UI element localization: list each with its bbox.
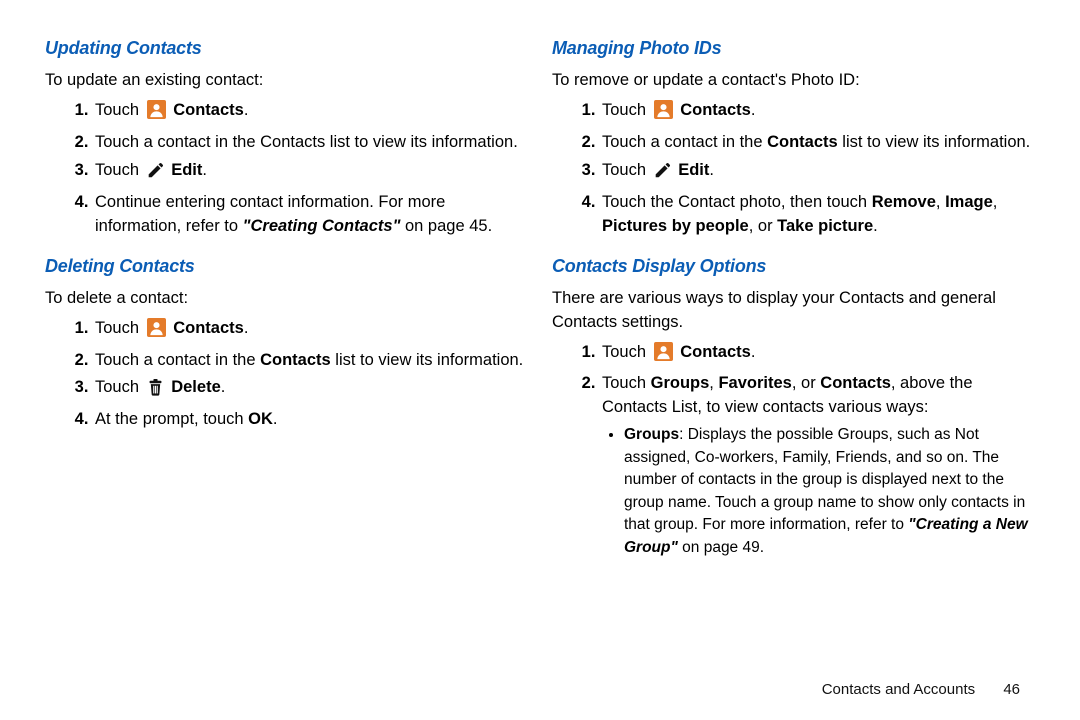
contacts-icon (654, 100, 673, 127)
intro-deleting: To delete a contact: (45, 287, 528, 311)
list-item: Touch Contacts. (600, 341, 1035, 369)
list-item: Touch Contacts. (93, 99, 528, 127)
intro-updating: To update an existing contact: (45, 69, 528, 93)
right-column: Managing Photo IDs To remove or update a… (552, 35, 1035, 573)
list-item: Continue entering contact information. F… (93, 191, 528, 239)
list-item: Touch a contact in the Contacts list to … (600, 131, 1035, 155)
heading-updating: Updating Contacts (45, 35, 528, 61)
list-item: Touch Edit. (93, 159, 528, 187)
list-deleting: Touch Contacts. Touch a contact in the C… (45, 317, 528, 433)
page-body: Updating Contacts To update an existing … (0, 0, 1080, 573)
list-item: Groups: Displays the possible Groups, su… (624, 424, 1035, 559)
heading-photo-ids: Managing Photo IDs (552, 35, 1035, 61)
contacts-icon (654, 342, 673, 369)
left-column: Updating Contacts To update an existing … (45, 35, 528, 573)
list-item: Touch a contact in the Contacts list to … (93, 131, 528, 155)
list-item: At the prompt, touch OK. (93, 408, 528, 432)
sublist-display: Groups: Displays the possible Groups, su… (602, 424, 1035, 559)
list-item: Touch the Contact photo, then touch Remo… (600, 191, 1035, 239)
list-display-options: Touch Contacts. Touch Groups, Favorites,… (552, 341, 1035, 560)
list-item: Touch Contacts. (93, 317, 528, 345)
heading-deleting: Deleting Contacts (45, 253, 528, 279)
page-footer: Contacts and Accounts 46 (822, 681, 1020, 698)
list-photo-ids: Touch Contacts. Touch a contact in the C… (552, 99, 1035, 239)
contacts-icon (147, 318, 166, 345)
list-item: Touch a contact in the Contacts list to … (93, 349, 528, 373)
intro-photo-ids: To remove or update a contact's Photo ID… (552, 69, 1035, 93)
list-item: Touch Contacts. (600, 99, 1035, 127)
list-item: Touch Edit. (600, 159, 1035, 187)
edit-icon (147, 162, 164, 187)
delete-icon (147, 379, 164, 404)
heading-display-options: Contacts Display Options (552, 253, 1035, 279)
list-item: Touch Groups, Favorites, or Contacts, ab… (600, 372, 1035, 559)
edit-icon (654, 162, 671, 187)
list-item: Touch Delete. (93, 376, 528, 404)
footer-page-number: 46 (1003, 681, 1020, 698)
footer-section: Contacts and Accounts (822, 681, 975, 698)
contacts-icon (147, 100, 166, 127)
intro-display-options: There are various ways to display your C… (552, 287, 1035, 335)
list-updating: Touch Contacts. Touch a contact in the C… (45, 99, 528, 239)
